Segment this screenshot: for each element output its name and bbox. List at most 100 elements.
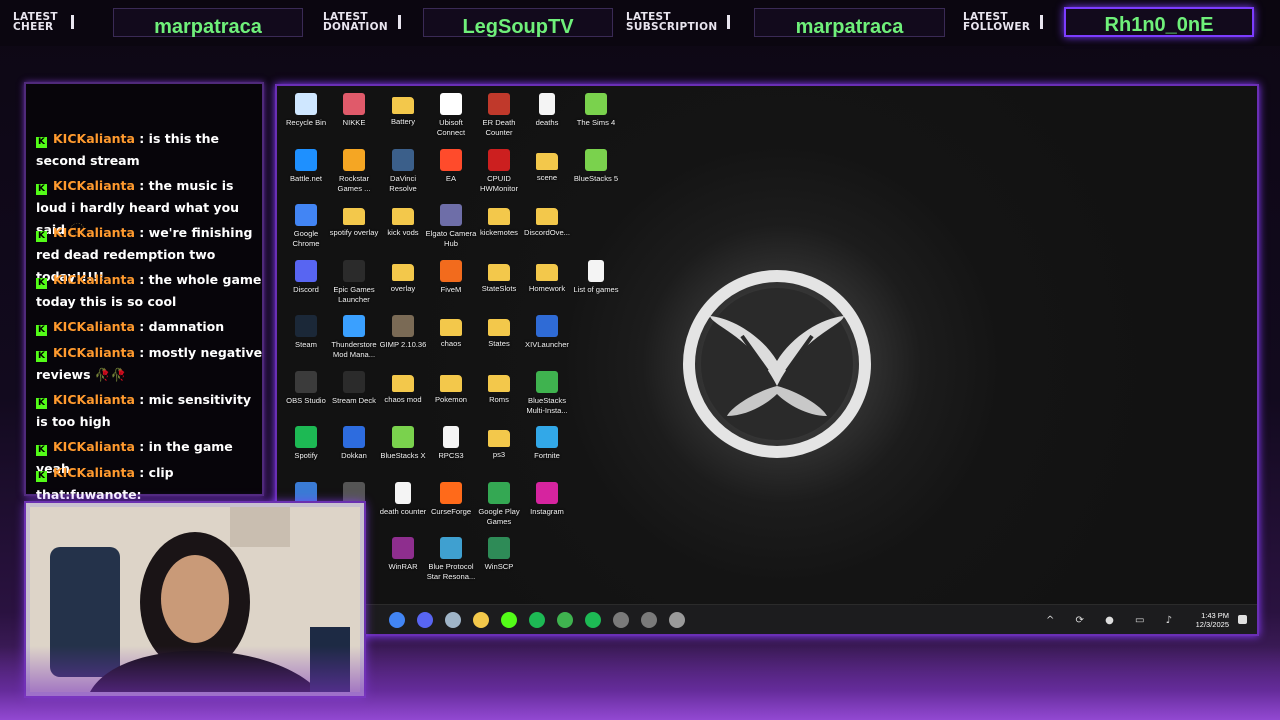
chat-username[interactable]: KICKalianta [53, 225, 135, 240]
desktop-icon[interactable]: Elgato Camera Hub [425, 204, 477, 248]
desktop-icon-label: WinRAR [388, 562, 418, 571]
desktop-icon[interactable]: Discord [280, 260, 332, 295]
latest-donation-name: LegSoupTV [462, 16, 574, 38]
desktop-icon[interactable]: Stream Deck [328, 371, 380, 406]
desktop-icon[interactable]: Instagram [521, 482, 573, 517]
desktop-icon-label: Instagram [530, 507, 564, 516]
desktop-icon[interactable]: chaos [425, 315, 477, 349]
desktop-icon[interactable]: Homework [521, 260, 573, 294]
folder-icon [440, 375, 462, 392]
desktop-icon[interactable]: OBS Studio [280, 371, 332, 406]
chat-username[interactable]: KICKalianta [53, 465, 135, 480]
chat-username[interactable]: KICKalianta [53, 319, 135, 334]
desktop-icon[interactable]: Steam [280, 315, 332, 350]
latest-donation-label: LATEST DONATION [323, 12, 401, 32]
desktop-icon[interactable]: CPUID HWMonitor [473, 149, 525, 193]
chat-message: K KICKalianta : damnation [36, 316, 264, 338]
taskbar-app-icon[interactable] [557, 612, 573, 628]
desktop-icon[interactable]: Recycle Bin [280, 93, 332, 128]
desktop-icon-label: kickemotes [480, 228, 518, 237]
desktop-icon[interactable]: Fortnite [521, 426, 573, 461]
desktop-icon[interactable] [280, 482, 332, 504]
taskbar-clock[interactable]: 1:43 PM 12/3/2025 [1196, 611, 1229, 629]
desktop-icon[interactable]: Battery [377, 93, 429, 127]
desktop-icon[interactable]: XIVLauncher [521, 315, 573, 350]
taskbar-app-icon[interactable] [501, 612, 517, 628]
chat-username[interactable]: KICKalianta [53, 439, 135, 454]
taskbar-app-icon[interactable] [529, 612, 545, 628]
desktop-icon[interactable]: List of games [570, 260, 622, 295]
desktop-icon[interactable]: Dokkan [328, 426, 380, 461]
recycle-bin-icon [295, 93, 317, 115]
desktop-icon[interactable]: States [473, 315, 525, 349]
chat-username[interactable]: KICKalianta [53, 345, 135, 360]
desktop-icon[interactable]: DiscordOve... [521, 204, 573, 238]
desktop-icon[interactable]: Epic Games Launcher [328, 260, 380, 304]
desktop-icon[interactable]: Google Chrome [280, 204, 332, 248]
desktop-icon[interactable]: Blue Protocol Star Resona... [425, 537, 477, 581]
app-icon [488, 149, 510, 171]
chat-username[interactable]: KICKalianta [53, 392, 135, 407]
desktop-icon[interactable]: BlueStacks 5 [570, 149, 622, 184]
app-icon [536, 315, 558, 337]
desktop-icon[interactable]: BlueStacks Multi-Insta... [521, 371, 573, 415]
latest-donation-box: LegSoupTV [423, 8, 613, 38]
desktop-icon[interactable]: Roms [473, 371, 525, 405]
desktop-icon[interactable]: ps3 [473, 426, 525, 460]
chat-username[interactable]: KICKalianta [53, 272, 135, 287]
desktop-icon[interactable]: EA [425, 149, 477, 184]
desktop-icon[interactable]: BlueStacks X [377, 426, 429, 461]
desktop-icon[interactable]: GIMP 2.10.36 [377, 315, 429, 350]
taskbar-app-icon[interactable] [417, 612, 433, 628]
desktop-icon[interactable]: The Sims 4 [570, 93, 622, 128]
desktop-icon[interactable]: StateSlots [473, 260, 525, 294]
desktop-icon[interactable]: scene [521, 149, 573, 183]
chat-username[interactable]: KICKalianta [53, 178, 135, 193]
desktop-icon[interactable]: DaVinci Resolve [377, 149, 429, 193]
chat-username[interactable]: KICKalianta [53, 131, 135, 146]
taskbar-app-icon[interactable] [473, 612, 489, 628]
desktop-icon[interactable]: kick vods [377, 204, 429, 238]
chat-message: K KICKalianta : clip that:fuwanote: [36, 462, 264, 506]
desktop-icon[interactable]: chaos mod [377, 371, 429, 405]
app-icon [295, 260, 317, 282]
taskbar-app-icon[interactable] [669, 612, 685, 628]
taskbar-app-icon[interactable] [389, 612, 405, 628]
desktop-icon[interactable]: Thunderstore Mod Mana... [328, 315, 380, 359]
desktop-icon[interactable]: NIKKE [328, 93, 380, 128]
desktop-icon[interactable]: overlay [377, 260, 429, 294]
notification-icon[interactable] [1238, 615, 1247, 624]
desktop-icon[interactable]: WinSCP [473, 537, 525, 572]
taskbar-app-icon[interactable] [585, 612, 601, 628]
desktop-icon[interactable]: CurseForge [425, 482, 477, 517]
desktop-icon[interactable]: Rockstar Games ... [328, 149, 380, 193]
desktop-icon[interactable]: kickemotes [473, 204, 525, 238]
taskbar-app-icon[interactable] [445, 612, 461, 628]
desktop-icon[interactable]: spotify overlay [328, 204, 380, 238]
desktop-icon[interactable]: death counter [377, 482, 429, 517]
desktop-icon[interactable]: Google Play Games [473, 482, 525, 526]
desktop-icon-label: Rockstar Games ... [337, 174, 371, 193]
desktop-icon[interactable] [328, 482, 380, 504]
desktop-icon[interactable]: RPCS3 [425, 426, 477, 461]
folder-icon [392, 264, 414, 281]
taskbar-app-icon[interactable] [613, 612, 629, 628]
desktop-icon[interactable]: WinRAR [377, 537, 429, 572]
app-icon [488, 482, 510, 504]
desktop-icon[interactable]: ER Death Counter [473, 93, 525, 137]
desktop-icon-label: Recycle Bin [285, 118, 327, 127]
folder-icon [536, 153, 558, 170]
taskbar-app-icon[interactable] [641, 612, 657, 628]
app-icon [585, 149, 607, 171]
system-tray-icons[interactable]: ^ ⟳ ● ▭ ♪ [1046, 615, 1181, 626]
desktop-icon-label: CPUID HWMonitor [480, 174, 518, 193]
folder-icon [343, 208, 365, 225]
desktop-icon-label: Spotify [294, 451, 318, 460]
desktop-icon[interactable]: Battle.net [280, 149, 332, 184]
desktop-icon[interactable]: deaths [521, 93, 573, 128]
desktop-icon[interactable]: FiveM [425, 260, 477, 295]
desktop-icon[interactable]: Pokemon [425, 371, 477, 405]
desktop-icon[interactable]: Ubisoft Connect [425, 93, 477, 137]
document-icon [443, 426, 459, 448]
desktop-icon[interactable]: Spotify [280, 426, 332, 461]
